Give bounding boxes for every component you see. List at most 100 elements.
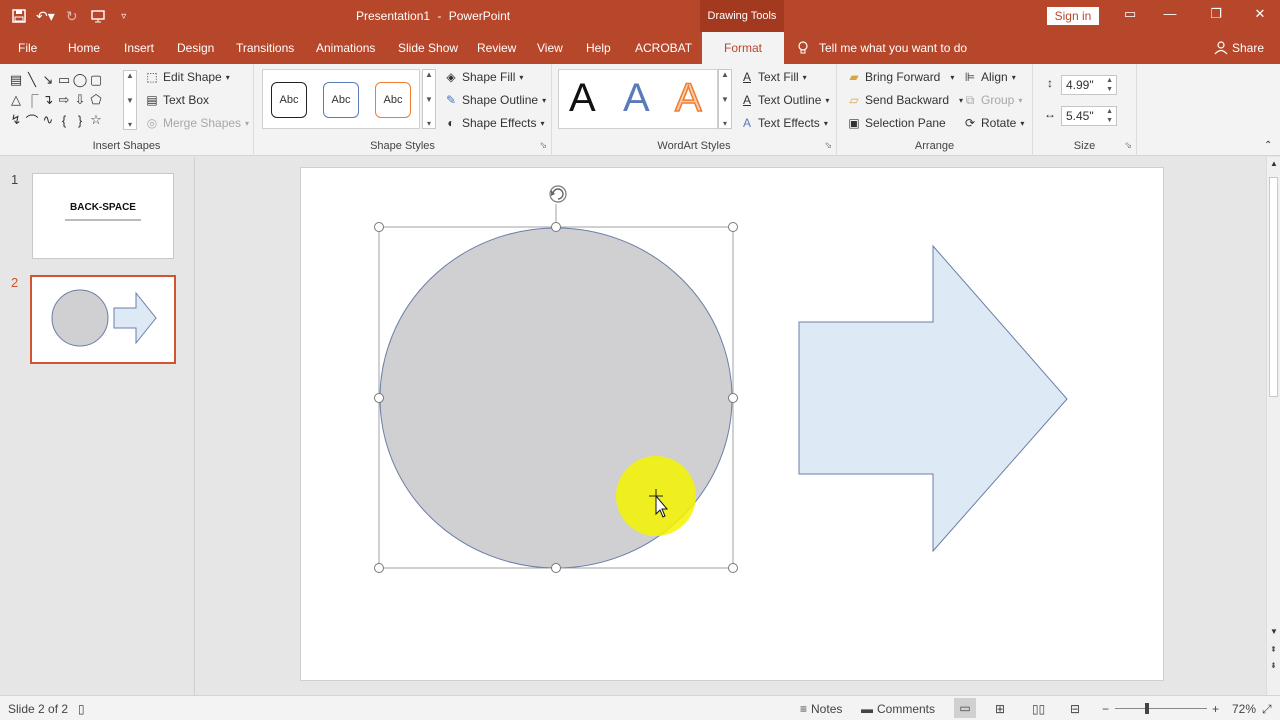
shape-style-gallery[interactable]: Abc Abc Abc <box>262 69 420 129</box>
tab-format[interactable]: Format <box>702 32 785 64</box>
tab-view[interactable]: View <box>537 41 563 55</box>
align-button[interactable]: ⊫ Align ▾ <box>963 70 1016 84</box>
fit-slide-icon[interactable]: ⤢ <box>1262 702 1272 717</box>
down-arrow-shape-icon[interactable]: ⇩ <box>72 90 88 110</box>
wordart-gallery[interactable]: A A A <box>558 69 718 129</box>
zoom-level[interactable]: 72% <box>1232 702 1256 716</box>
previous-slide-icon[interactable]: ⇞ <box>1270 645 1277 654</box>
tab-slide-show[interactable]: Slide Show <box>398 41 458 55</box>
merge-shapes-button[interactable]: ◎ Merge Shapes ▾ <box>145 116 249 130</box>
tab-help[interactable]: Help <box>586 41 611 55</box>
edit-shape-button[interactable]: ⬚ Edit Shape ▾ <box>145 70 229 84</box>
wordart-orange-outline[interactable]: A <box>674 75 702 121</box>
width-input[interactable]: 5.45" ▲ ▼ <box>1061 106 1117 126</box>
tab-review[interactable]: Review <box>477 41 516 55</box>
rounded-rect-shape-icon[interactable]: ▢ <box>88 70 104 90</box>
text-box-shape-icon[interactable]: ▤ <box>8 70 24 90</box>
accessibility-icon[interactable]: ▯ <box>78 702 85 716</box>
undo-icon[interactable]: ↶▾ <box>36 5 55 27</box>
curve-shape-icon[interactable]: ∿ <box>40 110 56 130</box>
star-shape-icon[interactable]: ☆ <box>88 110 104 130</box>
tab-acrobat[interactable]: ACROBAT <box>635 41 692 55</box>
zoom-slider-thumb[interactable] <box>1145 703 1149 714</box>
sign-in-button[interactable]: Sign in <box>1047 7 1099 25</box>
minimize-icon[interactable]: — <box>1160 6 1180 21</box>
text-outline-button[interactable]: A Text Outline ▾ <box>740 93 829 107</box>
scroll-up-icon[interactable]: ▲ <box>1270 159 1278 168</box>
arc-shape-icon[interactable]: ⌒ <box>24 110 40 130</box>
slide-thumbnail-1[interactable]: BACK-SPACE <box>32 173 174 259</box>
scroll-down-icon[interactable]: ▼ <box>1270 627 1278 636</box>
present-icon[interactable] <box>89 5 107 27</box>
normal-view-button[interactable]: ▭ <box>954 698 976 718</box>
tell-me-box[interactable]: Tell me what you want to do <box>797 41 967 58</box>
ribbon-display-options-icon[interactable]: ▭ <box>1120 6 1140 22</box>
snip-rect-shape-icon[interactable]: ⬠ <box>88 90 104 110</box>
height-input[interactable]: 4.99" ▲ ▼ <box>1061 75 1117 95</box>
collapse-ribbon-icon[interactable]: ⌃ <box>1264 140 1272 151</box>
shape-effects-button[interactable]: ◐ Shape Effects ▾ <box>444 116 544 130</box>
redo-icon[interactable]: ↻ <box>63 5 81 27</box>
scroll-thumb[interactable] <box>1269 177 1278 397</box>
reading-view-button[interactable]: ▯▯ <box>1032 702 1045 716</box>
text-box-button[interactable]: ▤ Text Box <box>145 93 209 107</box>
zoom-out-button[interactable]: − <box>1102 702 1109 716</box>
wordart-styles-launcher-icon[interactable]: ⬂ <box>824 140 832 151</box>
shape-style-gallery-scroll[interactable]: ▲ ▼ ▾ <box>422 69 436 129</box>
wordart-gallery-scroll[interactable]: ▲ ▼ ▾ <box>718 69 732 129</box>
elbow-connector-icon[interactable]: ⎾ <box>24 90 40 110</box>
arrow-line-shape-icon[interactable]: ↘ <box>40 70 56 90</box>
tab-file[interactable]: File <box>18 41 37 55</box>
tab-home[interactable]: Home <box>68 41 100 55</box>
customize-qat-icon[interactable]: ▿ <box>115 5 133 27</box>
rectangle-shape-icon[interactable]: ▭ <box>56 70 72 90</box>
height-spinner[interactable]: ▲ ▼ <box>1106 76 1113 94</box>
bring-forward-button[interactable]: ▰ Bring Forward ▾ <box>847 70 954 84</box>
line-shape-icon[interactable]: ╲ <box>24 70 40 90</box>
tab-animations[interactable]: Animations <box>316 41 375 55</box>
rotate-button[interactable]: ⟳ Rotate ▾ <box>963 116 1024 130</box>
group-button[interactable]: ⧉ Group ▾ <box>963 93 1023 107</box>
vertical-scrollbar[interactable]: ▲ ▼ ⇞ ⇟ <box>1266 157 1280 695</box>
notes-button[interactable]: ≡ Notes <box>800 702 842 716</box>
left-brace-icon[interactable]: { <box>56 110 72 130</box>
right-arrow-shape[interactable] <box>798 244 1068 553</box>
shape-styles-launcher-icon[interactable]: ⬂ <box>539 140 547 151</box>
selection-pane-button[interactable]: ▣ Selection Pane <box>847 116 945 130</box>
right-brace-icon[interactable]: } <box>72 110 88 130</box>
freeform-shape-icon[interactable]: ↯ <box>8 110 24 130</box>
oval-shape-icon[interactable]: ◯ <box>72 70 88 90</box>
triangle-shape-icon[interactable]: △ <box>8 90 24 110</box>
tab-design[interactable]: Design <box>177 41 214 55</box>
shape-style-black[interactable]: Abc <box>271 82 307 118</box>
rotate-handle-icon[interactable] <box>549 185 567 203</box>
wordart-blue[interactable]: A <box>623 76 650 121</box>
shape-style-blue[interactable]: Abc <box>323 82 359 118</box>
wordart-black[interactable]: A <box>569 76 596 121</box>
share-button[interactable]: Share <box>1214 41 1264 58</box>
send-backward-button[interactable]: ▱ Send Backward ▾ <box>847 93 963 107</box>
shape-outline-button[interactable]: ✎ Shape Outline ▾ <box>444 93 546 107</box>
width-spinner[interactable]: ▲ ▼ <box>1106 107 1113 125</box>
shape-fill-button[interactable]: ◈ Shape Fill ▾ <box>444 70 523 84</box>
tab-insert[interactable]: Insert <box>124 41 154 55</box>
close-icon[interactable]: ✕ <box>1250 6 1270 22</box>
zoom-in-button[interactable]: + <box>1212 702 1219 716</box>
text-effects-button[interactable]: A Text Effects ▾ <box>740 116 828 130</box>
slide-canvas[interactable] <box>300 167 1164 681</box>
slide-show-button[interactable]: ⊟ <box>1070 702 1080 716</box>
restore-icon[interactable]: ❐ <box>1206 6 1226 22</box>
zoom-slider-track[interactable] <box>1115 708 1207 709</box>
save-icon[interactable] <box>10 5 28 27</box>
shape-style-orange[interactable]: Abc <box>375 82 411 118</box>
size-launcher-icon[interactable]: ⬂ <box>1124 140 1132 151</box>
shapes-gallery-scroll[interactable]: ▲ ▼ ▾ <box>123 70 137 130</box>
next-slide-icon[interactable]: ⇟ <box>1270 661 1277 670</box>
text-fill-button[interactable]: A Text Fill ▾ <box>740 70 807 84</box>
slide-sorter-button[interactable]: ⊞ <box>995 702 1005 716</box>
right-arrow-shape-icon[interactable]: ⇨ <box>56 90 72 110</box>
slide-thumbnail-2[interactable] <box>30 275 176 364</box>
shapes-gallery[interactable]: ▤ ╲ ↘ ▭ ◯ ▢ △ ⎾ ↴ ⇨ ⇩ ⬠ ↯ ⌒ ∿ { } ☆ <box>8 70 124 130</box>
elbow-arrow-icon[interactable]: ↴ <box>40 90 56 110</box>
tab-transitions[interactable]: Transitions <box>236 41 294 55</box>
